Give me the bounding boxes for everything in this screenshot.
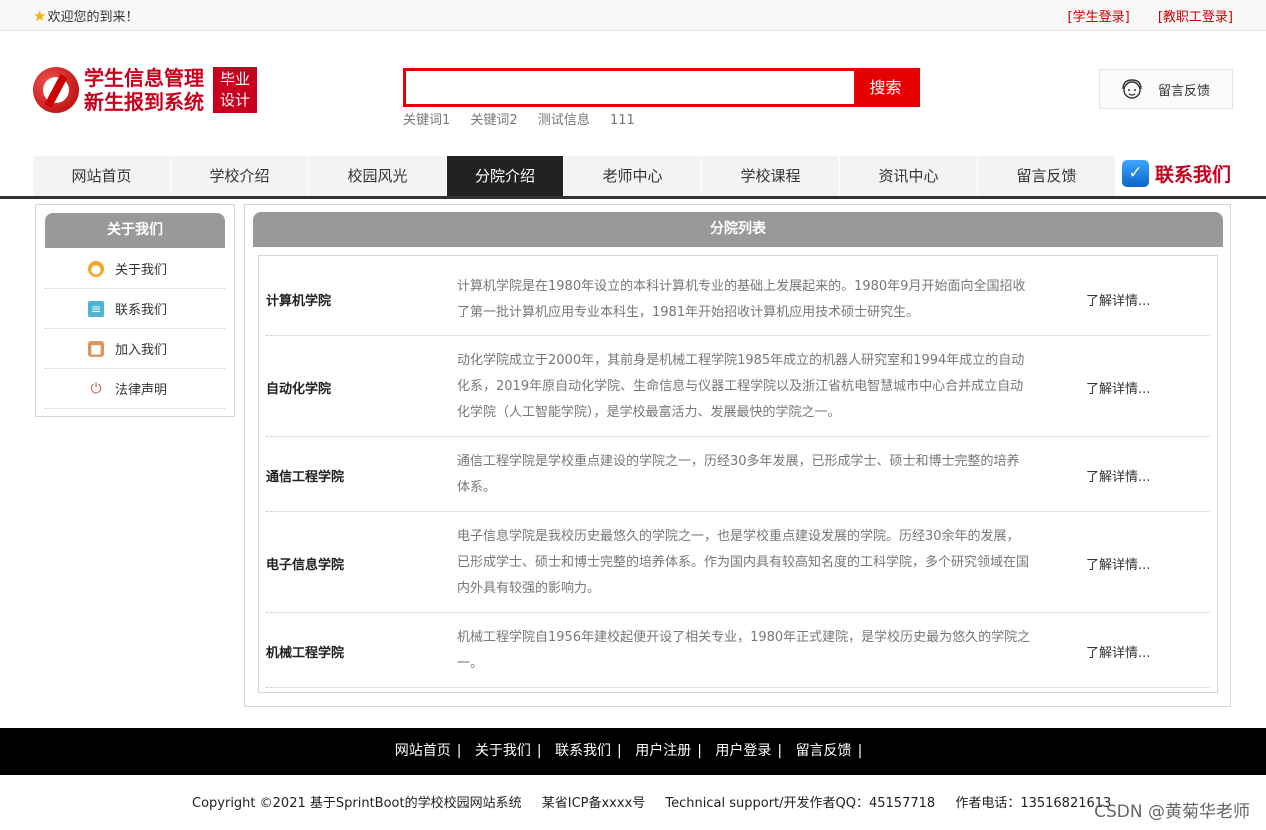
sidebar-item-label: 关于我们	[115, 263, 168, 278]
list-item: 电子信息学院 电子信息学院是我校历史最悠久的学院之一，也是学校重点建设发展的学院…	[266, 512, 1210, 613]
sidebar: 关于我们 ● 关于我们 ≡ 联系我们 ■ 加入我们 ⏻ 法律声明	[35, 204, 235, 417]
sidebar-item-join[interactable]: ■ 加入我们	[45, 329, 225, 369]
feedback-label: 留言反馈	[1158, 83, 1211, 99]
footer-separator: |	[777, 743, 783, 759]
list-item: 自动化学院 动化学院成立于2000年，其前身是机械工程学院1985年成立的机器人…	[266, 336, 1210, 437]
footer-separator: |	[617, 743, 622, 759]
keyword-link[interactable]: 关键词2	[470, 113, 517, 128]
info-icon: ●	[88, 260, 104, 277]
logo-badge: 毕业 设计	[213, 67, 257, 113]
sidebar-item-label: 联系我们	[115, 303, 168, 318]
college-description: 动化学院成立于2000年，其前身是机械工程学院1985年成立的机器人研究室和19…	[457, 353, 1025, 420]
phone-icon: ✓	[1122, 160, 1149, 187]
power-icon: ⏻	[90, 380, 102, 397]
student-login-link[interactable]: [学生登录]	[1068, 10, 1130, 25]
footer-separator: |	[456, 743, 462, 759]
more-details-link[interactable]: 了解详情...	[1086, 378, 1150, 397]
college-description: 通信工程学院是学校重点建设的学院之一，历经30多年发展，已形成学士、硕士和博士完…	[457, 454, 1020, 495]
welcome-text: 欢迎您的到来！	[47, 10, 139, 25]
panel-title: 分院列表	[253, 212, 1223, 247]
logo-badge-line1: 毕业	[219, 70, 250, 88]
search-box: 搜索	[403, 68, 920, 107]
copyright-bar: Copyright ©2021 基于SprintBoot的学校校园网站系统 某省…	[192, 792, 1127, 811]
site-logo[interactable]: 学生信息管理 新生报到系统 毕业 设计	[33, 66, 257, 114]
nav-item-news[interactable]: 资讯中心	[840, 156, 978, 196]
clipboard-icon: ≡	[88, 300, 104, 317]
footer-separator: |	[536, 743, 542, 759]
staff-login-link[interactable]: [教职工登录]	[1158, 10, 1233, 25]
nav-item-campus-scenery[interactable]: 校园风光	[309, 156, 447, 196]
footer-separator: |	[697, 743, 702, 759]
star-icon: ★	[33, 6, 47, 25]
welcome-message: ★ 欢迎您的到来！	[33, 6, 139, 26]
footer-link-login[interactable]: 用户登录	[715, 743, 771, 759]
list-item: 机械工程学院 机械工程学院自1956年建校起便开设了相关专业，1980年正式建院…	[266, 613, 1210, 688]
nav-item-colleges[interactable]: 分院介绍	[447, 156, 564, 196]
main-nav: 网站首页 学校介绍 校园风光 分院介绍 老师中心 学校课程 资讯中心 留言反馈	[33, 156, 1116, 196]
keyword-link[interactable]: 111	[610, 113, 635, 128]
college-description: 电子信息学院是我校历史最悠久的学院之一，也是学校重点建设发展的学院。历经30余年…	[457, 529, 1030, 596]
nav-item-school-intro[interactable]: 学校介绍	[171, 156, 309, 196]
headset-icon	[1122, 79, 1142, 99]
more-details-link[interactable]: 了解详情...	[1086, 290, 1150, 309]
college-description: 计算机学院是在1980年设立的本科计算机专业的基础上发展起来的。1980年9月开…	[457, 279, 1026, 320]
logo-title: 学生信息管理 新生报到系统	[84, 66, 204, 114]
sidebar-list: ● 关于我们 ≡ 联系我们 ■ 加入我们 ⏻ 法律声明	[45, 249, 225, 409]
sidebar-title: 关于我们	[45, 213, 225, 248]
list-item: 通信工程学院 通信工程学院是学校重点建设的学院之一，历经30多年发展，已形成学士…	[266, 437, 1210, 512]
college-list-panel: 分院列表 计算机学院 计算机学院是在1980年设立的本科计算机专业的基础上发展起…	[244, 204, 1231, 707]
footer-separator: |	[857, 743, 863, 759]
search-button[interactable]: 搜索	[854, 68, 917, 107]
copyright-text: Copyright ©2021 基于SprintBoot的学校校园网站系统	[192, 796, 522, 811]
search-keywords: 关键词1 关键词2 测试信息 111	[403, 109, 651, 128]
college-name[interactable]: 计算机学院	[266, 290, 331, 309]
nav-divider	[0, 196, 1266, 199]
watermark: CSDN @黄菊华老师	[1094, 802, 1250, 822]
list-item: 计算机学院 计算机学院是在1980年设立的本科计算机专业的基础上发展起来的。19…	[266, 264, 1210, 336]
footer-link-home[interactable]: 网站首页	[395, 743, 451, 759]
lock-icon: ■	[88, 340, 104, 357]
logo-mark-icon	[33, 67, 79, 113]
nav-item-teachers[interactable]: 老师中心	[564, 156, 702, 196]
login-links: [学生登录] [教职工登录]	[1044, 6, 1233, 25]
sidebar-item-label: 法律声明	[115, 383, 168, 398]
nav-item-home[interactable]: 网站首页	[33, 156, 171, 196]
contact-us-label: 联系我们	[1155, 164, 1232, 186]
college-name[interactable]: 自动化学院	[266, 378, 331, 397]
more-details-link[interactable]: 了解详情...	[1086, 554, 1150, 573]
footer-link-feedback[interactable]: 留言反馈	[796, 743, 852, 759]
search-input[interactable]	[406, 71, 856, 104]
sidebar-item-legal[interactable]: ⏻ 法律声明	[45, 369, 225, 409]
top-bar: ★ 欢迎您的到来！ [学生登录] [教职工登录]	[0, 0, 1266, 31]
college-list: 计算机学院 计算机学院是在1980年设立的本科计算机专业的基础上发展起来的。19…	[258, 255, 1218, 693]
more-details-link[interactable]: 了解详情...	[1086, 466, 1150, 485]
support-text: Technical support/开发作者QQ：45157718	[665, 796, 936, 811]
footer-link-register[interactable]: 用户注册	[635, 743, 691, 759]
icp-text: 某省ICP备xxxx号	[541, 796, 646, 811]
footer-link-about[interactable]: 关于我们	[475, 743, 531, 759]
keyword-link[interactable]: 测试信息	[538, 113, 590, 128]
college-description: 机械工程学院自1956年建校起便开设了相关专业，1980年正式建院，是学校历史最…	[457, 630, 1031, 671]
logo-badge-line2: 设计	[219, 91, 250, 109]
feedback-button[interactable]: 留言反馈	[1099, 69, 1233, 109]
more-details-link[interactable]: 了解详情...	[1086, 642, 1150, 661]
sidebar-item-label: 加入我们	[115, 343, 168, 358]
contact-us-link[interactable]: ✓ 联系我们	[1122, 160, 1231, 187]
nav-item-feedback[interactable]: 留言反馈	[978, 156, 1116, 196]
college-name[interactable]: 通信工程学院	[266, 466, 344, 485]
footer-link-contact[interactable]: 联系我们	[555, 743, 611, 759]
footer-nav: 网站首页 | 关于我们 | 联系我们 | 用户注册 | 用户登录 | 留言反馈 |	[0, 728, 1266, 775]
sidebar-item-about[interactable]: ● 关于我们	[45, 249, 225, 289]
phone-text: 作者电话：13516821613	[955, 796, 1112, 811]
logo-title-line2: 新生报到系统	[84, 90, 204, 114]
keyword-link[interactable]: 关键词1	[403, 113, 450, 128]
sidebar-item-contact[interactable]: ≡ 联系我们	[45, 289, 225, 329]
college-name[interactable]: 电子信息学院	[266, 554, 344, 573]
nav-item-courses[interactable]: 学校课程	[702, 156, 840, 196]
logo-title-line1: 学生信息管理	[84, 66, 204, 90]
college-name[interactable]: 机械工程学院	[266, 642, 344, 661]
